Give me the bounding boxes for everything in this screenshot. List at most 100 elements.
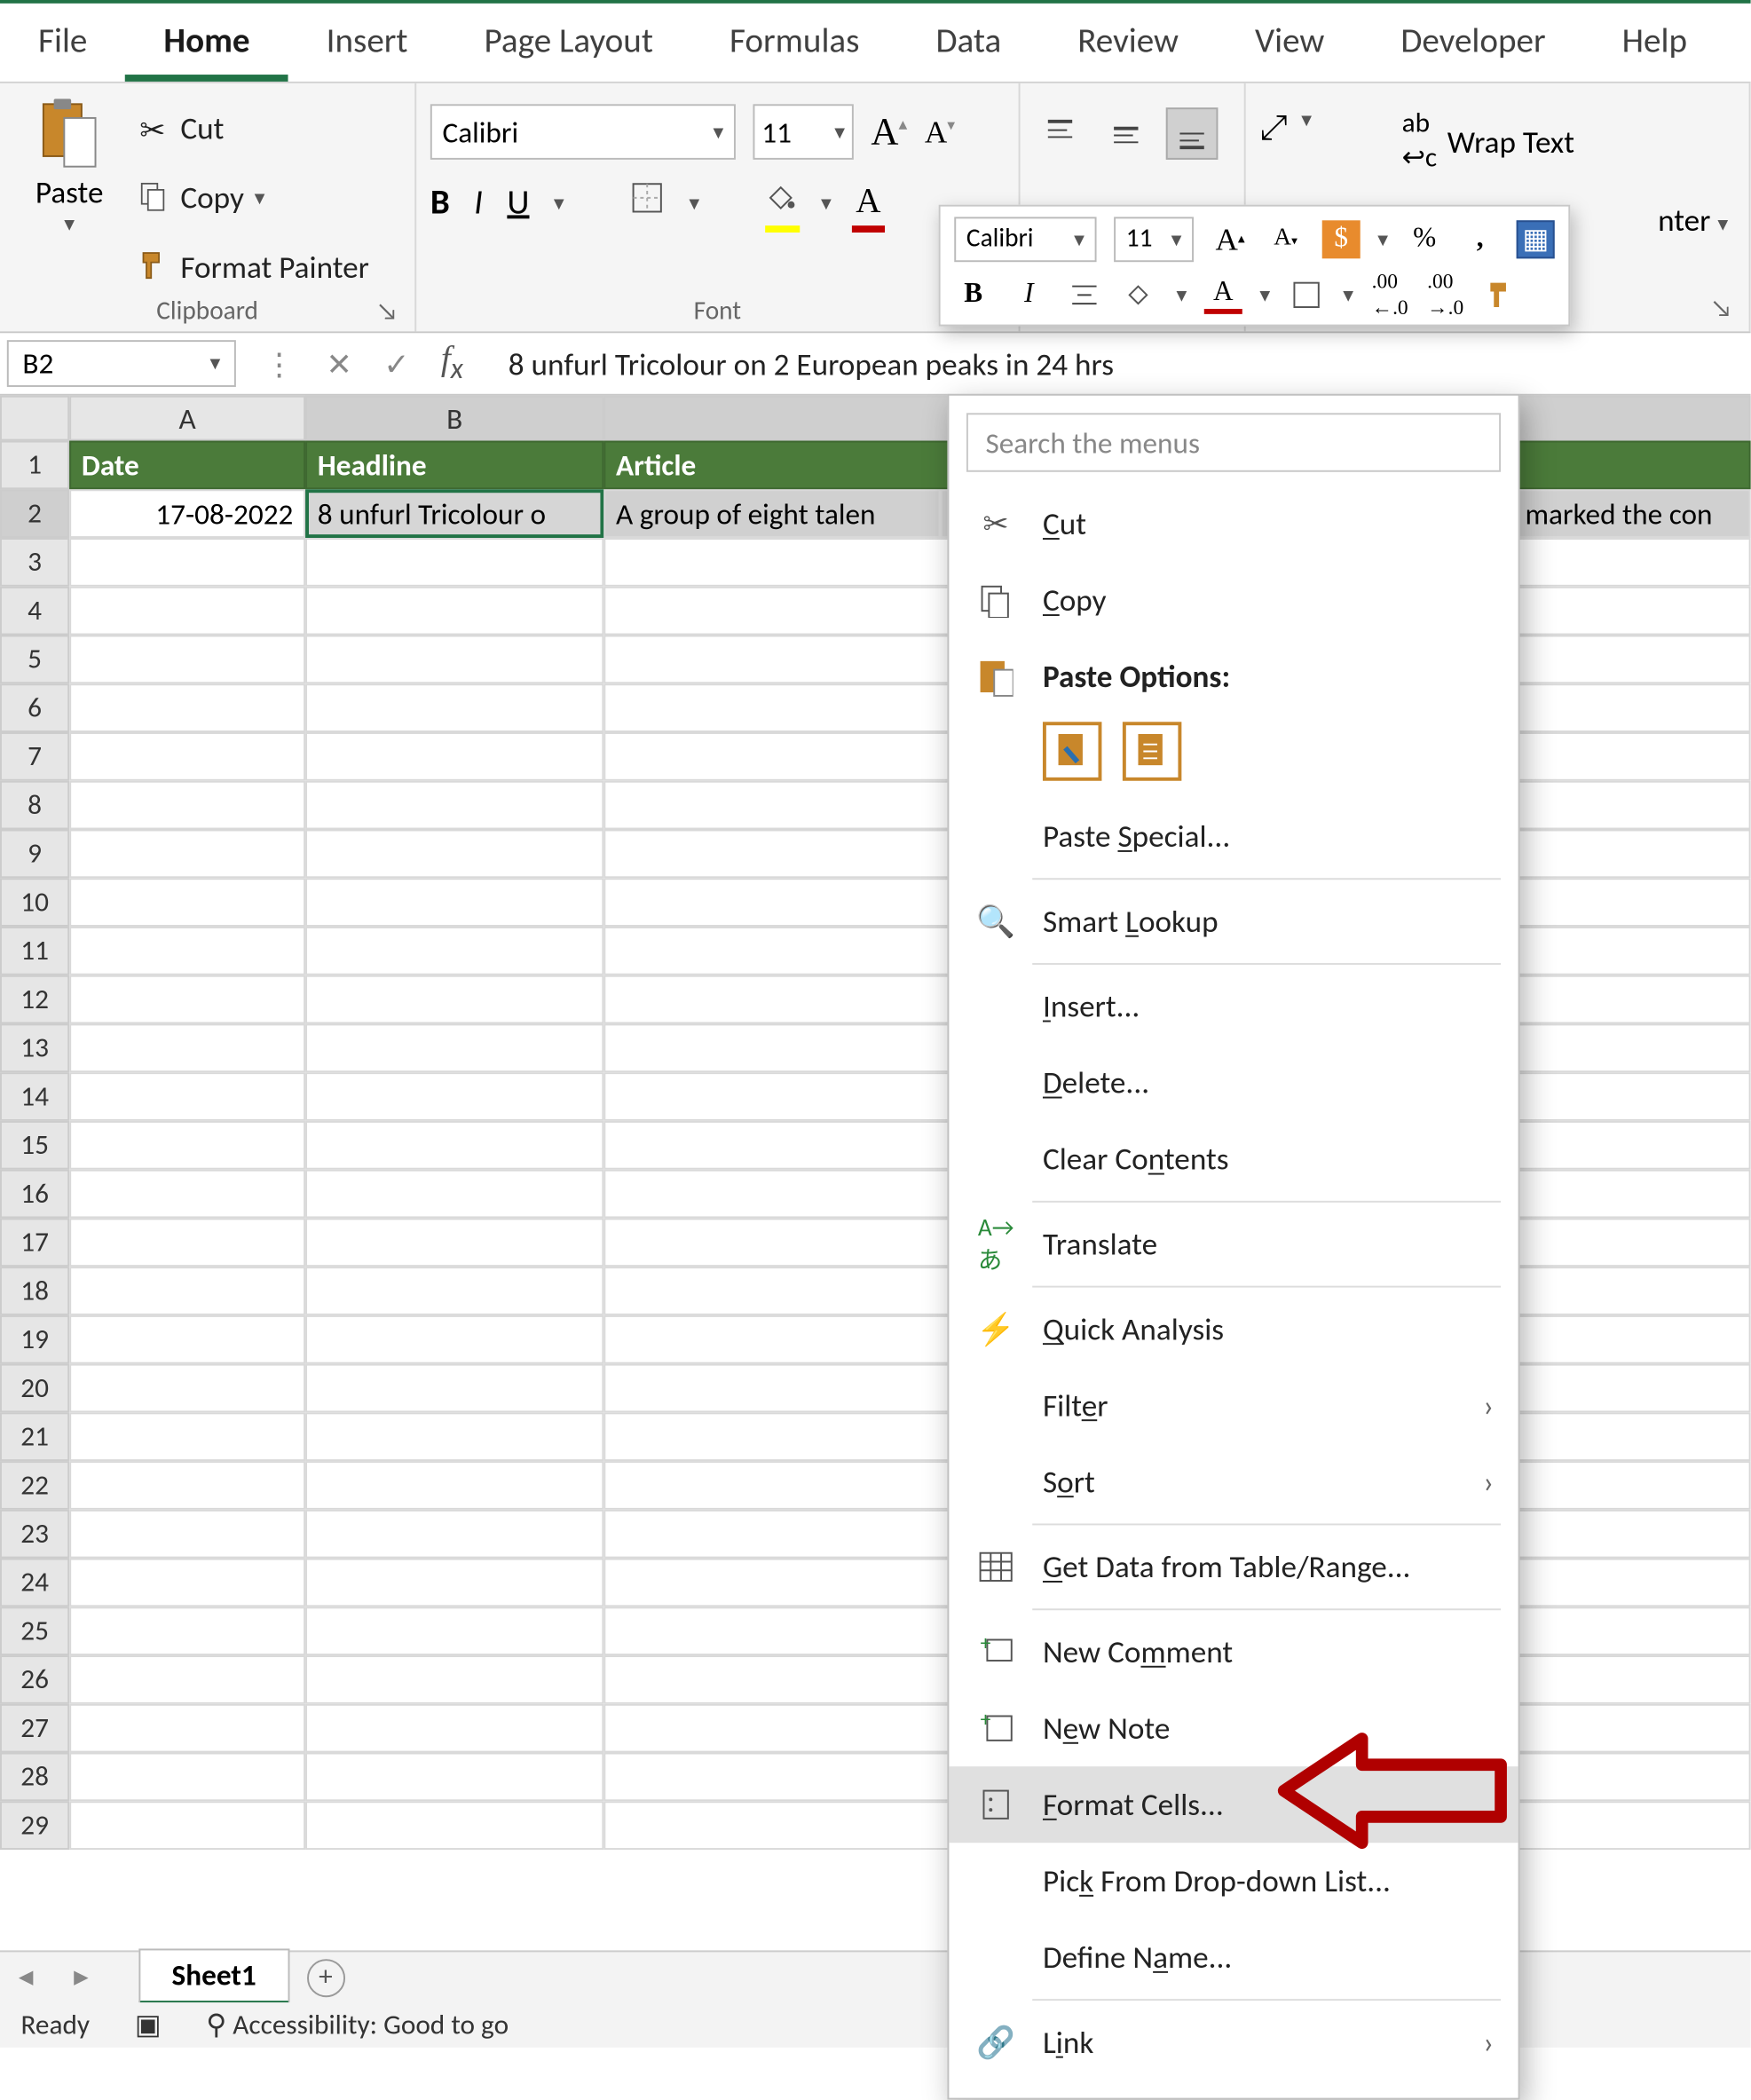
menu-cut[interactable]: ✂ Cut [949, 486, 1518, 562]
accounting-format-icon[interactable]: $ [1322, 220, 1361, 258]
cell-empty[interactable] [1513, 636, 1751, 684]
row-header[interactable]: 28 [0, 1753, 69, 1802]
accessibility-status[interactable]: ⚲ Accessibility: Good to go [206, 2008, 509, 2042]
cell-tail[interactable]: marked the con [1513, 489, 1751, 538]
decrease-font-icon[interactable]: A▾ [1266, 220, 1305, 258]
cell-empty[interactable] [305, 1655, 603, 1704]
underline-button[interactable]: U [507, 182, 529, 224]
cell-empty[interactable] [305, 829, 603, 878]
add-sheet-button[interactable]: + [306, 1958, 344, 1996]
borders-icon[interactable] [1288, 276, 1326, 314]
cell-empty[interactable] [1513, 1655, 1751, 1704]
cell-empty[interactable] [1513, 781, 1751, 830]
cell-empty[interactable] [69, 1559, 305, 1607]
header-date[interactable]: Date [69, 441, 305, 490]
chevron-down-icon[interactable]: ▾ [554, 190, 564, 216]
bold-button[interactable]: B [430, 182, 450, 224]
tab-formulas[interactable]: Formulas [691, 7, 897, 82]
tab-insert[interactable]: Insert [288, 7, 446, 82]
cell-empty[interactable] [69, 1315, 305, 1364]
cell-empty[interactable] [1513, 683, 1751, 732]
cell-empty[interactable] [1513, 1412, 1751, 1461]
col-header-B[interactable]: B [305, 396, 603, 441]
cell-empty[interactable] [1513, 1364, 1751, 1413]
borders-button[interactable] [630, 180, 665, 225]
font-color-icon[interactable]: A [1204, 276, 1242, 314]
dialog-launcher-icon[interactable]: ↘ [1711, 296, 1735, 320]
cell-empty[interactable] [1513, 1461, 1751, 1510]
row-header[interactable]: 1 [0, 441, 69, 490]
cell-empty[interactable] [69, 1121, 305, 1170]
fill-color-button[interactable] [765, 181, 796, 225]
tab-data[interactable]: Data [897, 7, 1039, 82]
cell-empty[interactable] [69, 587, 305, 636]
cell-empty[interactable] [1513, 829, 1751, 878]
tab-home[interactable]: Home [125, 7, 288, 82]
row-header[interactable]: 20 [0, 1364, 69, 1413]
cell-empty[interactable] [1513, 1023, 1751, 1072]
cell-empty[interactable] [305, 636, 603, 684]
cell-empty[interactable] [305, 1023, 603, 1072]
row-header[interactable]: 13 [0, 1023, 69, 1072]
col-header-A[interactable]: A [69, 396, 305, 441]
align-bottom-button[interactable] [1166, 107, 1219, 160]
italic-button[interactable]: I [474, 182, 483, 224]
cell-empty[interactable] [69, 1510, 305, 1559]
cell-empty[interactable] [1513, 1121, 1751, 1170]
row-header[interactable]: 19 [0, 1315, 69, 1364]
menu-quick-analysis[interactable]: ⚡ Quick Analysis [949, 1291, 1518, 1368]
name-box[interactable]: B2 ▾ [7, 340, 236, 387]
paste-option-default[interactable] [1043, 722, 1101, 780]
cell-empty[interactable] [1513, 1753, 1751, 1802]
enter-icon[interactable]: ✓ [383, 344, 410, 383]
cell-empty[interactable] [1513, 732, 1751, 781]
row-header[interactable]: 26 [0, 1655, 69, 1704]
cell-empty[interactable] [1513, 1267, 1751, 1315]
cell-empty[interactable] [305, 927, 603, 975]
cell-empty[interactable] [305, 878, 603, 927]
cell-empty[interactable] [305, 1170, 603, 1219]
cell-empty[interactable] [69, 1023, 305, 1072]
cell-A2[interactable]: 17-08-2022 [69, 489, 305, 538]
align-top-button[interactable] [1034, 107, 1086, 160]
cell-empty[interactable] [69, 1461, 305, 1510]
cell-empty[interactable] [69, 1801, 305, 1850]
row-header[interactable]: 22 [0, 1461, 69, 1510]
row-header[interactable]: 3 [0, 538, 69, 587]
select-all-corner[interactable] [0, 396, 69, 441]
row-header[interactable]: 11 [0, 927, 69, 975]
cell-empty[interactable] [305, 1412, 603, 1461]
cell-empty[interactable] [69, 975, 305, 1024]
row-header[interactable]: 21 [0, 1412, 69, 1461]
chevron-down-icon[interactable]: ▾ [1301, 107, 1312, 149]
row-header[interactable]: 25 [0, 1607, 69, 1655]
percent-icon[interactable]: % [1406, 220, 1444, 258]
menu-filter[interactable]: Filter › [949, 1368, 1518, 1444]
cell-empty[interactable] [305, 1364, 603, 1413]
tab-view[interactable]: View [1217, 7, 1362, 82]
cell-empty[interactable] [69, 683, 305, 732]
tab-developer[interactable]: Developer [1362, 7, 1583, 82]
row-header[interactable]: 27 [0, 1704, 69, 1753]
tab-help[interactable]: Help [1584, 7, 1725, 82]
menu-new-comment[interactable]: + New Comment [949, 1614, 1518, 1690]
cell-empty[interactable] [69, 538, 305, 587]
tab-file[interactable]: File [0, 7, 125, 82]
cell-empty[interactable] [1513, 1315, 1751, 1364]
row-header[interactable]: 10 [0, 878, 69, 927]
tab-page-layout[interactable]: Page Layout [446, 7, 691, 82]
menu-translate[interactable]: A→あ Translate [949, 1206, 1518, 1283]
cell-empty[interactable] [305, 1121, 603, 1170]
sheet-tab-sheet1[interactable]: Sheet1 [138, 1948, 288, 2006]
row-header[interactable]: 9 [0, 829, 69, 878]
cut-button[interactable]: ✂ Cut [125, 97, 380, 159]
cell-empty[interactable] [1513, 538, 1751, 587]
cell-empty[interactable] [305, 1267, 603, 1315]
merge-center-truncated[interactable]: nter ▾ [1658, 201, 1728, 240]
cell-empty[interactable] [305, 1607, 603, 1655]
cell-empty[interactable] [305, 1753, 603, 1802]
row-header[interactable]: 16 [0, 1170, 69, 1219]
chevron-down-icon[interactable]: ▾ [255, 185, 265, 210]
orientation-button[interactable]: ⤢ [1259, 107, 1287, 149]
row-header[interactable]: 7 [0, 732, 69, 781]
